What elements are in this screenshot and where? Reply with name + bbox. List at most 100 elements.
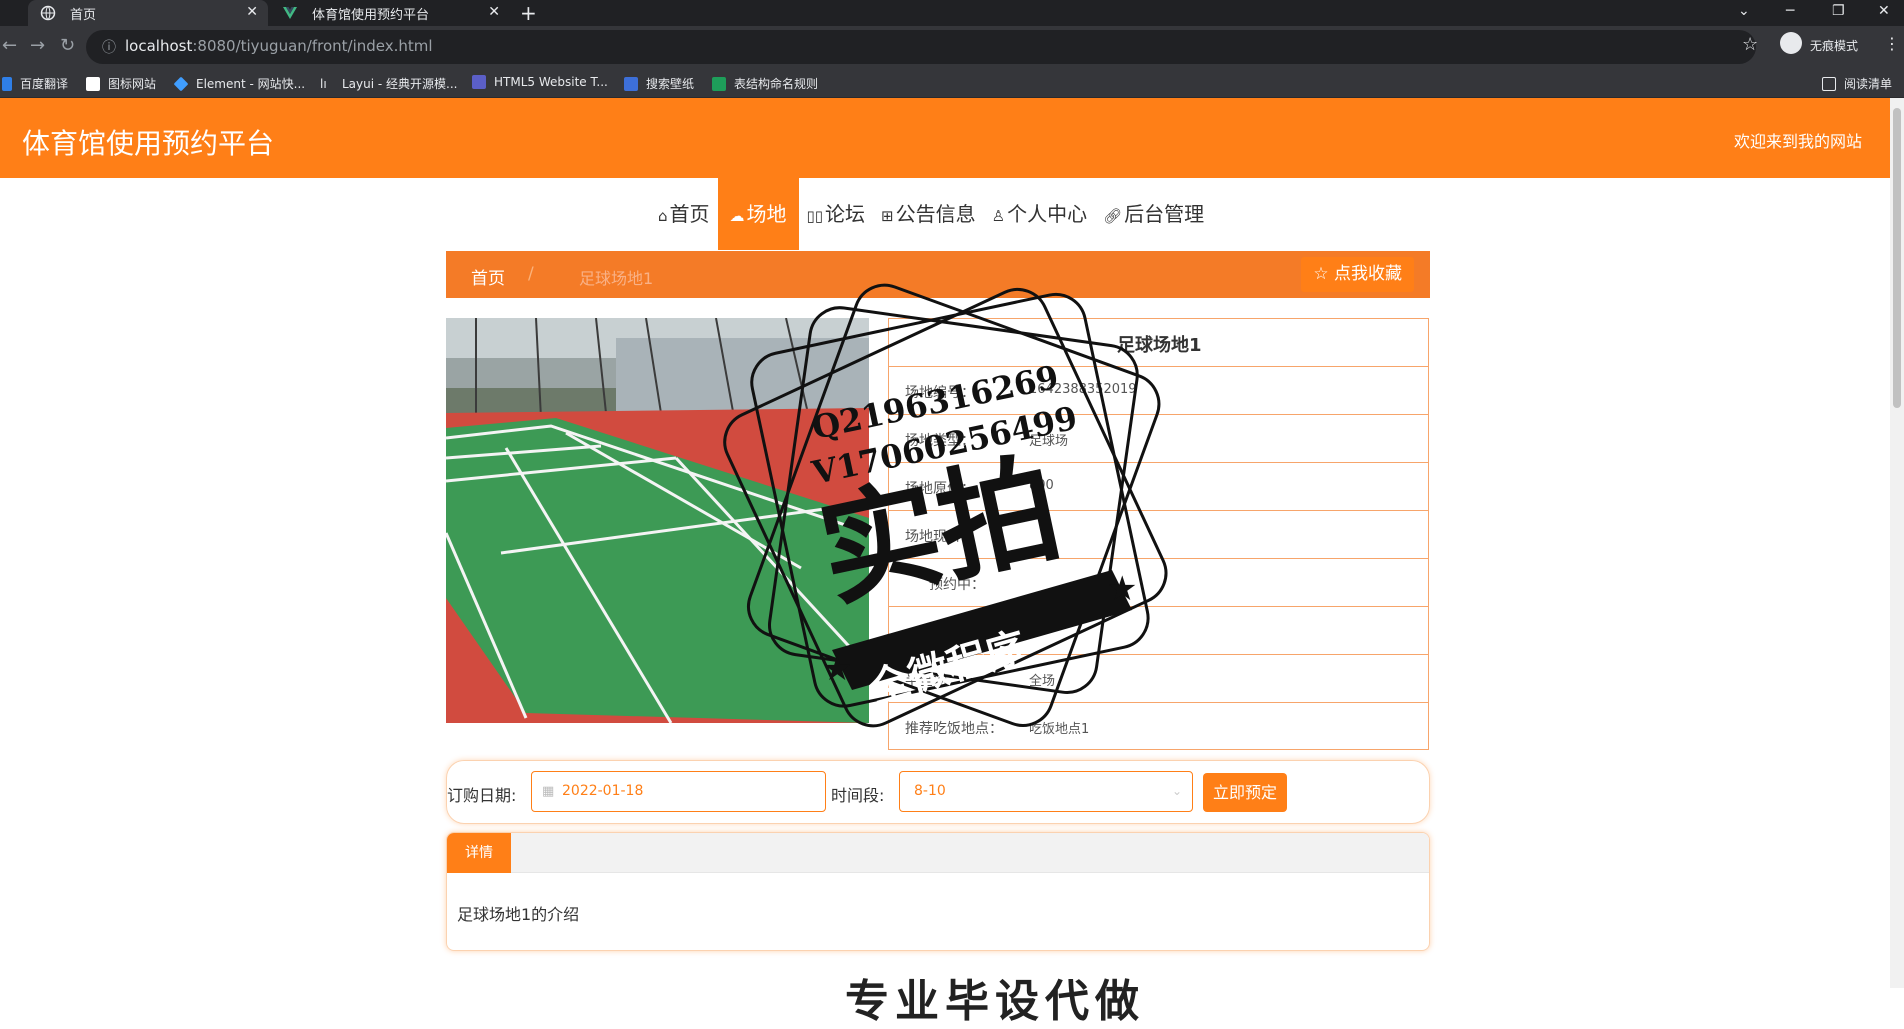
row-label: 半全场：: [905, 673, 961, 689]
nav-item-notice[interactable]: ⊞ 公告信息: [873, 178, 984, 250]
forward-icon[interactable]: →: [30, 36, 45, 56]
nav-item-forum[interactable]: ▯▯ 论坛: [799, 178, 874, 250]
minimize-icon[interactable]: ─: [1786, 0, 1794, 22]
breadcrumb: 首页 / 足球场地1 ☆ 点我收藏: [446, 251, 1430, 298]
table-row: 场地编号： 1642388352019: [889, 367, 1428, 415]
back-icon[interactable]: ←: [2, 36, 17, 56]
new-tab-icon[interactable]: +: [520, 2, 537, 24]
bookmark-item[interactable]: Element - 网站快...: [173, 75, 305, 92]
browser-tab-home[interactable]: 首页 ✕: [28, 0, 268, 26]
row-value: 800: [1029, 478, 1054, 493]
globe-icon: [40, 5, 56, 21]
browser-tab-platform[interactable]: 体育馆使用预约平台 ✕: [270, 0, 510, 26]
bookmark-item[interactable]: 表结构命名规则: [712, 75, 818, 92]
booking-panel: 订购日期: ▦ 2022-01-18 时间段: 8-10 ⌄ 立即预定: [446, 760, 1430, 824]
time-label: 时间段:: [831, 786, 885, 805]
table-row: 半全场： 全场: [889, 655, 1428, 703]
row-value: 1642388352019: [1029, 382, 1137, 397]
row-label: 推荐吃饭地点：: [905, 721, 1003, 737]
bookmark-item[interactable]: 搜索壁纸: [624, 75, 694, 92]
tab-search-icon[interactable]: ⌄: [1738, 0, 1750, 22]
table-row: [889, 607, 1428, 655]
row-value: 吃饭地点1: [1029, 722, 1090, 737]
link-icon: 🔗︎: [1103, 207, 1123, 225]
reload-icon[interactable]: ↻: [60, 36, 75, 56]
row-label: 场地原价：: [905, 481, 975, 497]
window-close-icon[interactable]: ✕: [1878, 0, 1890, 22]
home-icon: ⌂: [658, 207, 668, 225]
translate-icon: [2, 76, 12, 91]
flag-icon: [86, 76, 100, 91]
notice-icon: ⊞: [881, 207, 894, 225]
tab-detail[interactable]: 详情: [447, 833, 511, 873]
restore-icon[interactable]: ❐: [1832, 0, 1845, 22]
info-icon[interactable]: ⓘ: [102, 37, 116, 57]
nav-item-admin[interactable]: 🔗︎ 后台管理: [1095, 178, 1212, 250]
forum-icon: ▯▯: [806, 207, 824, 225]
browser-tab-title: 体育馆使用预约平台: [312, 7, 430, 23]
row-label: 场地现价：: [905, 529, 975, 545]
row-label: 场地类型：: [905, 433, 975, 449]
scroll-thumb[interactable]: [1893, 108, 1901, 408]
site-header: 体育馆使用预约平台 欢迎来到我的网站: [0, 98, 1890, 178]
reading-list[interactable]: 阅读清单: [1822, 75, 1892, 92]
cloud-icon: ☁: [729, 207, 745, 225]
browser-tab-bar: 首页 ✕ 体育馆使用预约平台 ✕ + ⌄ ─ ❐ ✕: [0, 0, 1904, 26]
main-nav: ⌂ 首页 ☁ 场地 ▯▯ 论坛 ⊞ 公告信息 ♙ 个人中心 🔗︎ 后台管理: [650, 178, 1212, 250]
star-icon: ☆: [1313, 264, 1334, 284]
wallpaper-icon: [624, 76, 638, 91]
welcome-text: 欢迎来到我的网站: [1733, 132, 1862, 151]
menu-kebab-icon[interactable]: ⋮: [1884, 34, 1900, 53]
table-row: 预约中：: [889, 559, 1428, 607]
order-date-input[interactable]: ▦ 2022-01-18: [531, 771, 826, 812]
bookmark-item[interactable]: lı Layui - 经典开源模...: [320, 75, 457, 92]
favorite-button[interactable]: ☆ 点我收藏: [1301, 257, 1414, 292]
date-label: 订购日期:: [447, 786, 517, 805]
book-now-button[interactable]: 立即预定: [1203, 773, 1287, 812]
detail-tab-bar: 详情: [447, 833, 1429, 873]
bookmark-item[interactable]: 图标网站: [86, 75, 156, 92]
url-path: :8080/tiyuguan/front/index.html: [192, 37, 433, 55]
venue-photo: [446, 318, 869, 723]
breadcrumb-home[interactable]: 首页: [471, 264, 505, 289]
bookmark-item[interactable]: 百度翻译: [2, 75, 68, 92]
row-label: 预约中：: [929, 577, 985, 593]
layui-icon: lı: [320, 76, 327, 91]
profile-label[interactable]: 无痕模式: [1810, 37, 1858, 54]
browser-tab-title: 首页: [70, 7, 97, 23]
court-image: [446, 318, 869, 723]
bottom-heading: 专业毕设代做: [845, 976, 1145, 1027]
incognito-icon[interactable]: [1780, 32, 1802, 54]
date-value: 2022-01-18: [562, 783, 644, 799]
close-icon[interactable]: ✕: [488, 4, 500, 20]
bookmarks-bar: 百度翻译 图标网站 Element - 网站快... lı Layui - 经典开…: [0, 68, 1904, 98]
vue-logo-icon: [283, 7, 297, 19]
url-text[interactable]: localhost:8080/tiyuguan/front/index.html: [125, 37, 433, 55]
bookmark-star-icon[interactable]: ☆: [1742, 34, 1758, 55]
table-row: 场地类型： 足球场: [889, 415, 1428, 463]
row-value: 全场: [1029, 674, 1056, 689]
url-host: localhost: [125, 37, 193, 55]
chevron-down-icon: ⌄: [1171, 784, 1182, 798]
user-icon: ♙: [991, 207, 1006, 225]
table-icon: [712, 76, 726, 91]
time-slot-select[interactable]: 8-10 ⌄: [899, 771, 1193, 812]
nav-item-home[interactable]: ⌂ 首页: [650, 178, 718, 250]
reading-list-icon: [1822, 76, 1836, 91]
table-row: 推荐吃饭地点： 吃饭地点1: [889, 703, 1428, 751]
close-icon[interactable]: ✕: [246, 4, 258, 20]
row-value: 足球场: [1029, 434, 1069, 449]
nav-item-venue[interactable]: ☁ 场地: [717, 178, 799, 250]
table-row: 场地现价：: [889, 511, 1428, 559]
breadcrumb-current: 足球场地1: [579, 269, 654, 288]
venue-title-row: 足球场地1: [889, 319, 1428, 367]
venue-title: 足球场地1: [1117, 335, 1202, 356]
site-title: 体育馆使用预约平台: [22, 127, 275, 160]
nav-item-user-center[interactable]: ♙ 个人中心: [984, 178, 1095, 250]
time-value: 8-10: [914, 783, 946, 799]
page-scrollbar[interactable]: [1890, 98, 1904, 988]
bookmark-item[interactable]: HTML5 Website T...: [472, 75, 608, 89]
element-icon: [173, 76, 189, 91]
detail-text: 足球场地1的介绍: [457, 905, 580, 924]
breadcrumb-separator: /: [528, 264, 534, 284]
